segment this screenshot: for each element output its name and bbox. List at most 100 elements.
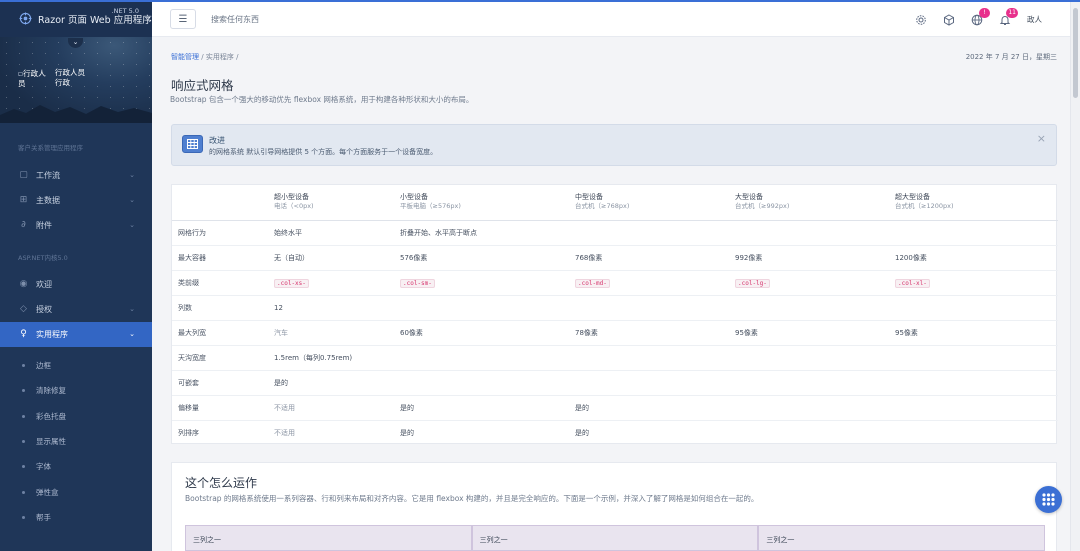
bullet-dot: [22, 364, 25, 368]
sidebar-item-label: 授权: [36, 305, 52, 314]
table-cell: [889, 219, 1058, 245]
search-input[interactable]: 搜索任何东西: [211, 14, 259, 25]
menu-toggle-button[interactable]: ☰: [170, 9, 196, 29]
sidebar-item-workflow[interactable]: ▢ 工作流 ⌄: [0, 163, 152, 188]
table-cell: .col-md-: [569, 269, 729, 295]
sidebar-item-attachments[interactable]: ∂ 附件 ⌄: [0, 213, 152, 238]
sidebar-item-authorization[interactable]: ◇ 授权 ⌄: [0, 297, 152, 322]
breadcrumb-separator: /: [236, 53, 239, 61]
table-cell: .col-xl-: [889, 269, 1058, 295]
table-row: 列数 12: [172, 294, 1058, 320]
eye-icon: ◉: [19, 279, 28, 289]
table-cell: .col-xs-: [268, 269, 394, 295]
chevron-down-icon: ⌄: [129, 171, 135, 179]
table-cell: 是的: [268, 369, 1058, 395]
row-header: 列数: [172, 294, 268, 320]
grid-options-table: 超小型设备 电话（<0px) 小型设备 平板电脑（≥576px) 中型设备 台式机（≥…: [172, 185, 1058, 445]
sidebar: Razor 页面 Web 应用程序 .NET 5.0 ⌄ ▫行政人员 行政人员 …: [0, 0, 152, 551]
table-cell: 95像素: [729, 319, 889, 345]
table-cell: 是的: [394, 394, 569, 420]
bullet-dot: [22, 490, 25, 494]
breadcrumb-root-link[interactable]: 智能管理: [171, 53, 199, 61]
bullet-dot: [22, 389, 25, 393]
cube-icon[interactable]: [943, 13, 955, 26]
sidebar-subitem-label: 彩色托盘: [36, 411, 66, 421]
sidebar-subitem-borders[interactable]: 边框: [0, 353, 152, 378]
sidebar-subitem-clearfix[interactable]: 清除修复: [0, 378, 152, 403]
class-prefix-code: .col-sm-: [400, 278, 435, 288]
sidebar-subitem-display[interactable]: 显示属性: [0, 429, 152, 454]
brand[interactable]: Razor 页面 Web 应用程序 .NET 5.0: [0, 0, 152, 37]
bell-button[interactable]: 11: [999, 7, 1018, 26]
sidebar-subitem-label: 边框: [36, 361, 51, 371]
demo-column: 三列之一: [471, 525, 759, 551]
top-header: ☰ 搜索任何东西 ! 11 政人: [152, 2, 1070, 37]
chevron-down-icon: ⌄: [129, 330, 135, 338]
table-cell: 折叠开始、水平高于断点: [394, 219, 889, 245]
header-subtitle: 台式机（≥992px): [735, 202, 790, 211]
alert-text: 的网格系统 默认引导网格提供 5 个方面。每个方面服务于一个设备宽度。: [209, 148, 438, 156]
page-scrollbar[interactable]: [1070, 2, 1080, 551]
sidebar-subitem-fonts[interactable]: 字体: [0, 454, 152, 479]
row-header: 列排序: [172, 419, 268, 445]
table-row: 最大列宽 汽车 60像素 78像素 95像素 95像素: [172, 319, 1058, 345]
table-cell: 无（自动）: [268, 244, 394, 270]
header-subtitle: 平板电脑（≥576px): [400, 202, 461, 211]
sidebar-item-master-data[interactable]: ⊞ 主数据 ⌄: [0, 188, 152, 213]
mountain-decoration: [0, 105, 152, 123]
demo-grid-row: 三列之一 三列之一 三列之一: [185, 525, 1046, 551]
row-header: 类前缀: [172, 269, 268, 295]
chevron-down-icon: ⌄: [129, 305, 135, 313]
table-header-cell: 大型设备 台式机（≥992px): [729, 185, 889, 221]
sidebar-subitem-flexbox[interactable]: 弹性盒: [0, 479, 152, 504]
apps-fab-button[interactable]: [1035, 486, 1062, 513]
table-cell: 95像素: [889, 319, 1058, 345]
sidebar-item-label: 附件: [36, 221, 52, 230]
sidebar-item-label: 实用程序: [36, 330, 68, 339]
header-title: 小型设备: [400, 193, 428, 202]
notification-badge: !: [979, 7, 990, 18]
header-title: 超大型设备: [895, 193, 930, 202]
avatar-alt: 行政人员: [18, 69, 46, 88]
bulb-icon: ♀: [20, 329, 27, 339]
table-row: 列排序 不适用 是的 是的: [172, 419, 1058, 445]
chevron-down-icon: ⌄: [129, 196, 135, 204]
table-row: 可嵌套 是的: [172, 369, 1058, 395]
sidebar-subitem-label: 清除修复: [36, 386, 66, 396]
apps-grid-icon: [1042, 493, 1055, 506]
sidebar-item-welcome[interactable]: ◉ 欢迎: [0, 272, 152, 297]
header-title: 大型设备: [735, 193, 763, 202]
page-description: Bootstrap 包含一个强大的移动优先 flexbox 网格系统，用于构建各…: [170, 95, 474, 104]
sidebar-item-utilities[interactable]: ♀ 实用程序 ⌄: [0, 322, 152, 347]
bullet-dot: [22, 465, 25, 469]
notification-count-badge: 11: [1006, 7, 1018, 18]
table-cell: 不适用: [268, 419, 394, 445]
section-description: Bootstrap 的网格系统使用一系列容器、行和列来布局和对齐内容。它是用 f…: [185, 494, 759, 503]
table-row: 偏移量 不适用 是的 是的: [172, 394, 1058, 420]
grid-options-card: 超小型设备 电话（<0px) 小型设备 平板电脑（≥576px) 中型设备 台式机（≥…: [171, 184, 1058, 445]
row-header: 天沟宽度: [172, 344, 268, 370]
grid-icon: [182, 135, 203, 153]
table-header-cell: 小型设备 平板电脑（≥576px): [394, 185, 569, 221]
user-info[interactable]: 行政人员 行政: [55, 68, 85, 88]
sidebar-subitem-helpers[interactable]: 帮手: [0, 505, 152, 530]
globe-button[interactable]: !: [971, 7, 990, 26]
header-subtitle: 台式机（≥1200px): [895, 202, 954, 211]
sidebar-subitem-label: 显示属性: [36, 437, 66, 447]
sidebar-section-aspnet: ASP.NET内核5.0: [18, 254, 68, 262]
table-cell: 1200像素: [889, 244, 1058, 270]
gear-icon[interactable]: [915, 14, 927, 26]
sidebar-subitem-color-palette[interactable]: 彩色托盘: [0, 404, 152, 429]
how-it-works-card: 这个怎么运作 Bootstrap 的网格系统使用一系列容器、行和列来布局和对齐内…: [171, 462, 1057, 551]
scrollbar-thumb[interactable]: [1073, 8, 1078, 98]
sidebar-section-crm: 客户关系管理应用程序: [18, 144, 83, 152]
table-header-cell: 中型设备 台式机（≥768px): [569, 185, 729, 221]
sidebar-item-label: 主数据: [36, 196, 60, 205]
close-icon[interactable]: ×: [1037, 132, 1046, 145]
app-logo-icon: [19, 12, 32, 25]
database-icon: ⊞: [19, 195, 28, 205]
sidebar-item-label: 欢迎: [36, 280, 52, 289]
header-user-name[interactable]: 政人: [1027, 14, 1042, 25]
avatar[interactable]: ▫行政人员: [18, 69, 48, 89]
table-row: 网格行为 始终水平 折叠开始、水平高于断点: [172, 219, 1058, 245]
